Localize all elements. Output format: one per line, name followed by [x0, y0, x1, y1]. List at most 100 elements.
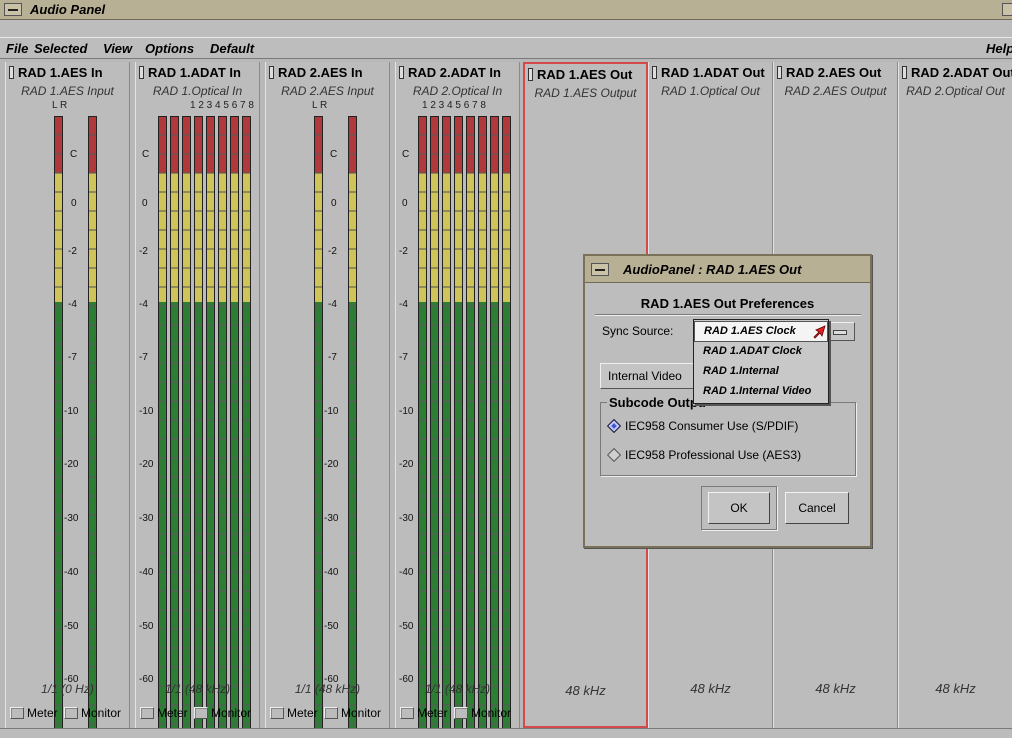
sample-rate: 1/1 (48 kHz) — [294, 682, 361, 696]
checkbox-box[interactable] — [10, 707, 24, 719]
channel-labels: 1 2 3 4 5 6 7 8 — [422, 100, 486, 111]
monitor-checkbox[interactable]: Monitor — [454, 706, 511, 720]
sync-option-aes-clock[interactable]: RAD 1.AES Clock — [694, 321, 828, 342]
sync-option-internal[interactable]: RAD 1.Internal — [694, 362, 828, 383]
meter-label: Meter — [287, 706, 318, 720]
strip-grip-icon[interactable] — [902, 66, 907, 79]
scale-label: -10 — [399, 406, 414, 417]
menu-selected[interactable]: Selected — [34, 41, 87, 56]
cancel-button[interactable]: Cancel — [785, 492, 849, 524]
ok-button[interactable]: OK — [708, 492, 770, 524]
radio-consumer-use[interactable]: IEC958 Consumer Use (S/PDIF) — [606, 418, 799, 434]
monitor-checkbox[interactable]: Monitor — [194, 706, 251, 720]
sync-option-adat-clock[interactable]: RAD 1.ADAT Clock — [694, 342, 828, 363]
menu-options[interactable]: Options — [145, 41, 194, 56]
menu-help[interactable]: Help — [986, 41, 1012, 56]
radio-professional-label: IEC958 Professional Use (AES3) — [625, 448, 802, 462]
strip-grip-icon[interactable] — [9, 66, 14, 79]
window-menu-icon[interactable] — [4, 3, 22, 16]
radio-professional-use[interactable]: IEC958 Professional Use (AES3) — [606, 447, 802, 463]
strip-subtitle: RAD 1.Optical Out — [661, 84, 760, 98]
dialog-menu-icon[interactable] — [591, 263, 609, 276]
scale-label: -50 — [324, 621, 339, 632]
monitor-checkbox[interactable]: Monitor — [64, 706, 121, 720]
radio-consumer-label: IEC958 Consumer Use (S/PDIF) — [625, 419, 799, 433]
scale-label: C — [330, 149, 338, 160]
meter-label: Meter — [157, 706, 188, 720]
meter-checkbox[interactable]: Meter — [10, 706, 58, 720]
sample-rate: 1/1 (48 kHz) — [424, 682, 491, 696]
dialog-title: AudioPanel : RAD 1.AES Out — [623, 262, 802, 277]
monitor-label: Monitor — [341, 706, 382, 720]
radio-unselected-icon[interactable] — [606, 447, 622, 463]
strip-grip-icon[interactable] — [139, 66, 144, 79]
checkbox-box[interactable] — [454, 707, 468, 719]
scale-label: -30 — [64, 513, 79, 524]
menu-file[interactable]: File — [6, 41, 28, 56]
scale-label: -50 — [399, 621, 414, 632]
radio-selected-icon[interactable] — [606, 418, 622, 434]
monitor-checkbox[interactable]: Monitor — [324, 706, 381, 720]
scale-label: -7 — [68, 352, 77, 363]
strip-header: RAD 1.ADAT Out — [649, 62, 772, 84]
strip-grip-icon[interactable] — [399, 66, 404, 79]
strip-header: RAD 1.ADAT In — [136, 62, 259, 84]
scale-label: -7 — [399, 352, 408, 363]
strip-rad2-adat-out[interactable]: RAD 2.ADAT Out RAD 2.Optical Out 48 kHz — [898, 62, 1012, 728]
strip-rad2-adat-in[interactable]: RAD 2.ADAT In RAD 2.Optical In 1 2 3 4 5… — [395, 62, 520, 738]
scale-label: -40 — [399, 567, 414, 578]
checkbox-box[interactable] — [270, 707, 284, 719]
strip-subtitle: RAD 2.Optical In — [412, 84, 503, 98]
checkbox-box[interactable] — [400, 707, 414, 719]
strip-header: RAD 2.ADAT Out — [899, 62, 1012, 84]
strip-rad1-aes-in[interactable]: RAD 1.AES In RAD 1.AES Input L R C 0 -2 … — [5, 62, 130, 738]
scale-label: -7 — [328, 352, 337, 363]
checkbox-box[interactable] — [324, 707, 338, 719]
meter-ch5 — [206, 116, 215, 738]
scale-label: -30 — [139, 513, 154, 524]
strip-header: RAD 2.AES In — [266, 62, 389, 84]
monitor-label: Monitor — [211, 706, 252, 720]
strip-header: RAD 2.ADAT In — [396, 62, 519, 84]
sync-option-internal-video[interactable]: RAD 1.Internal Video — [694, 382, 828, 403]
strip-grip-icon[interactable] — [777, 66, 782, 79]
menu-default[interactable]: Default — [210, 41, 254, 56]
scale-label: -10 — [139, 406, 154, 417]
sync-source-popup: RAD 1.AES Clock RAD 1.ADAT Clock RAD 1.I… — [693, 319, 829, 404]
meter-label: Meter — [27, 706, 58, 720]
monitor-label: Monitor — [471, 706, 512, 720]
meter-checkbox[interactable]: Meter — [400, 706, 448, 720]
strip-subtitle: RAD 2.Optical Out — [906, 84, 1005, 98]
strip-subtitle: RAD 2.AES Input — [281, 84, 374, 98]
strip-header: RAD 1.AES Out — [525, 64, 646, 86]
strip-title: RAD 1.ADAT In — [148, 65, 241, 80]
strip-rad1-adat-in[interactable]: RAD 1.ADAT In RAD 1.Optical In 1 2 3 4 5… — [135, 62, 260, 738]
strip-header: RAD 1.AES In — [6, 62, 129, 84]
strip-grip-icon[interactable] — [528, 68, 533, 81]
scale-label: -40 — [324, 567, 339, 578]
strip-rad2-aes-in[interactable]: RAD 2.AES In RAD 2.AES Input L R C 0 -2 … — [265, 62, 390, 738]
scale-label: C — [142, 149, 150, 160]
sync-source-option-button[interactable] — [825, 322, 855, 341]
scale-label: -2 — [68, 246, 77, 257]
scale-label: -2 — [328, 246, 337, 257]
meter-checkbox[interactable]: Meter — [270, 706, 318, 720]
scale-label: -4 — [328, 299, 337, 310]
strip-grip-icon[interactable] — [652, 66, 657, 79]
strip-title: RAD 1.ADAT Out — [661, 65, 765, 80]
internal-video-button[interactable]: Internal Video — [600, 363, 700, 389]
meter-ch2 — [170, 116, 179, 738]
dialog-heading: RAD 1.AES Out Preferences — [640, 296, 815, 311]
checkbox-box[interactable] — [194, 707, 208, 719]
scale-label: -10 — [64, 406, 79, 417]
subcode-output-legend: Subcode Output — [607, 395, 707, 410]
scale-label: 0 — [402, 198, 408, 209]
meter-left — [54, 116, 63, 738]
checkbox-box[interactable] — [140, 707, 154, 719]
meter-checkbox[interactable]: Meter — [140, 706, 188, 720]
window-maximize-icon[interactable] — [1002, 3, 1012, 16]
scale-label: -2 — [139, 246, 148, 257]
checkbox-box[interactable] — [64, 707, 78, 719]
menu-view[interactable]: View — [103, 41, 132, 56]
strip-grip-icon[interactable] — [269, 66, 274, 79]
